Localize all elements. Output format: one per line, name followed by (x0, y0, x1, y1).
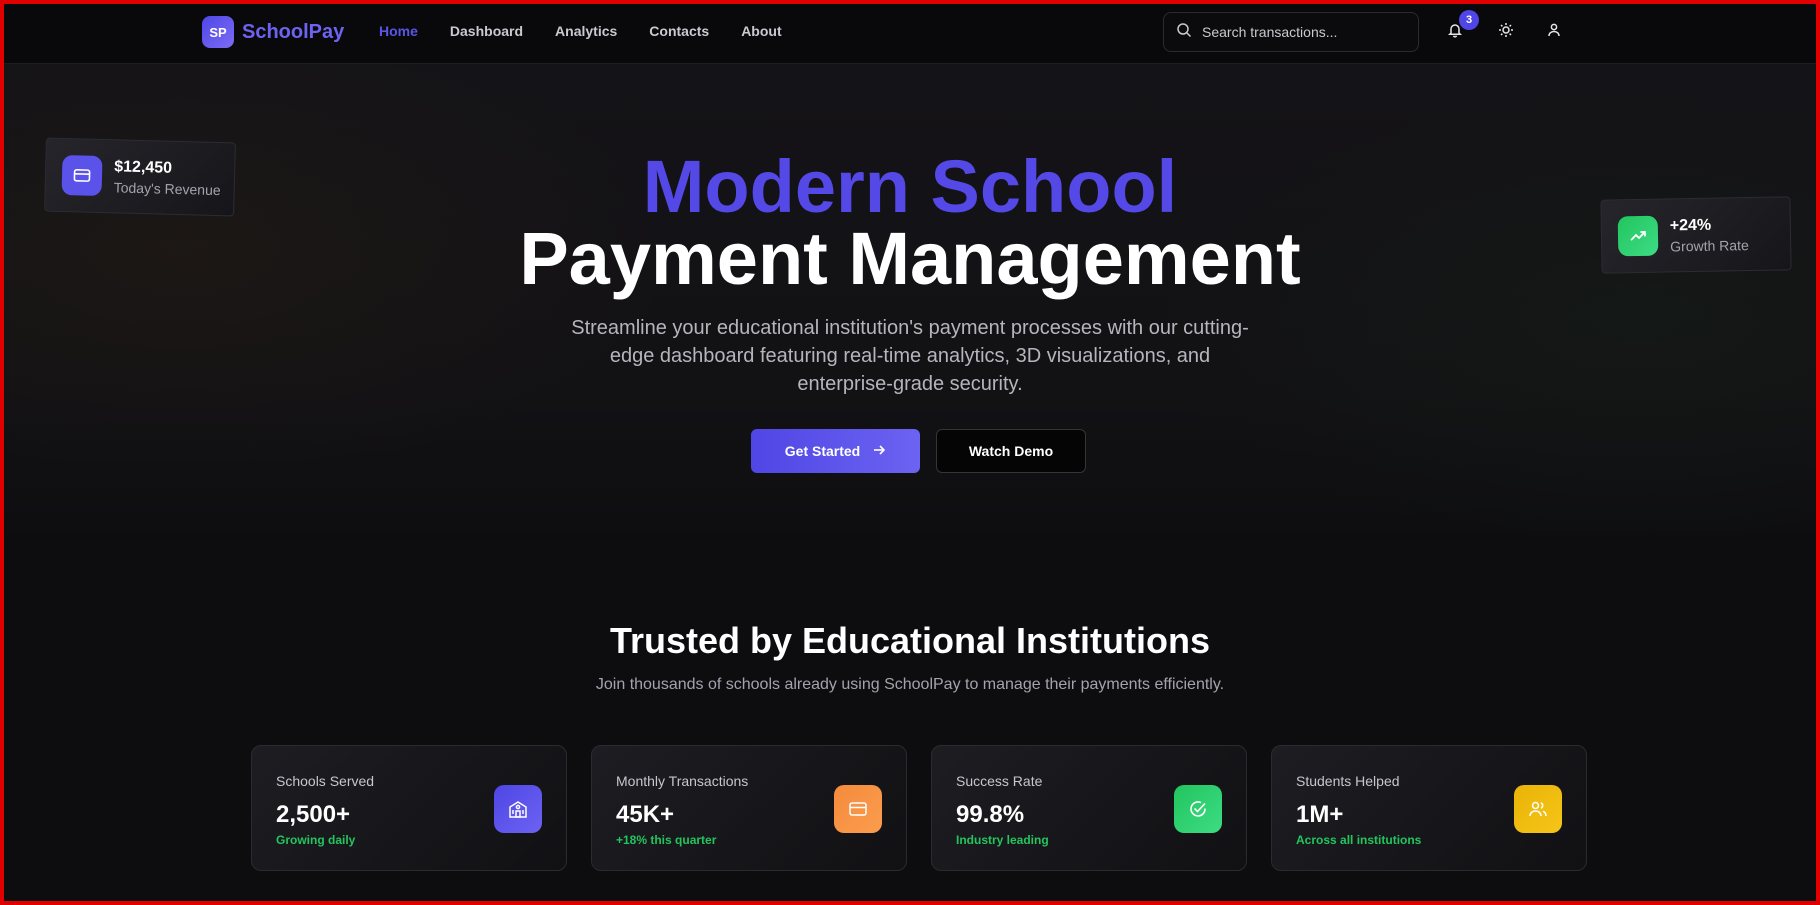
main-nav: Home Dashboard Analytics Contacts About (379, 23, 782, 39)
get-started-button[interactable]: Get Started (751, 429, 920, 473)
watch-demo-label: Watch Demo (968, 443, 1054, 459)
search-box (1163, 12, 1419, 52)
user-menu-button[interactable] (1540, 18, 1568, 46)
check-circle-icon (1174, 785, 1222, 833)
app-name: SchoolPay (242, 20, 345, 43)
stat-card-schools: Schools Served 2,500+ Growing daily (251, 745, 567, 871)
users-icon (1514, 785, 1562, 833)
stat-card-transactions: Monthly Transactions 45K+ +18% this quar… (591, 745, 907, 871)
hero-title-line2: Payment Management (519, 217, 1301, 300)
arrow-right-icon (872, 443, 886, 460)
stat-note: Across all institutions (1296, 833, 1422, 847)
stat-value: 2,500+ (276, 801, 351, 828)
get-started-label: Get Started (784, 443, 861, 459)
nav-link-dashboard[interactable]: Dashboard (450, 23, 523, 39)
school-icon (494, 785, 542, 833)
logo-badge: SP (202, 16, 234, 48)
credit-card-icon (834, 785, 882, 833)
stat-value: 45K+ (616, 801, 675, 828)
nav-link-contacts[interactable]: Contacts (649, 23, 709, 39)
stat-card-success-rate: Success Rate 99.8% Industry leading (931, 745, 1247, 871)
theme-toggle-button[interactable] (1492, 18, 1520, 46)
top-navbar: SP SchoolPay Home Dashboard Analytics Co… (0, 0, 1820, 64)
watch-demo-button[interactable]: Watch Demo (936, 429, 1086, 473)
stat-label: Schools Served (276, 773, 375, 789)
stats-section-title: Trusted by Educational Institutions (609, 620, 1211, 661)
stats-section-subtitle: Join thousands of schools already using … (595, 676, 1225, 693)
nav-link-analytics[interactable]: Analytics (555, 23, 617, 39)
hero-subtitle: Streamline your educational institution'… (571, 317, 1249, 395)
sun-icon (1498, 22, 1514, 43)
logo[interactable]: SP SchoolPay (202, 16, 344, 48)
stat-note: Growing daily (276, 833, 356, 847)
search-input[interactable] (1202, 24, 1402, 40)
user-icon (1546, 22, 1562, 43)
stat-note: Industry leading (956, 833, 1049, 847)
stat-card-students: Students Helped 1M+ Across all instituti… (1271, 745, 1587, 871)
stat-note: +18% this quarter (616, 833, 717, 847)
nav-link-home[interactable]: Home (379, 23, 418, 39)
hero-title-line1: Modern School (642, 145, 1178, 228)
search-icon (1176, 22, 1192, 43)
stat-label: Success Rate (956, 773, 1043, 789)
stat-value: 99.8% (956, 801, 1025, 828)
nav-link-about[interactable]: About (741, 23, 781, 39)
stat-label: Students Helped (1296, 773, 1400, 789)
stat-value: 1M+ (1296, 801, 1344, 828)
stat-label: Monthly Transactions (616, 773, 749, 789)
notification-count-badge: 3 (1459, 10, 1479, 30)
